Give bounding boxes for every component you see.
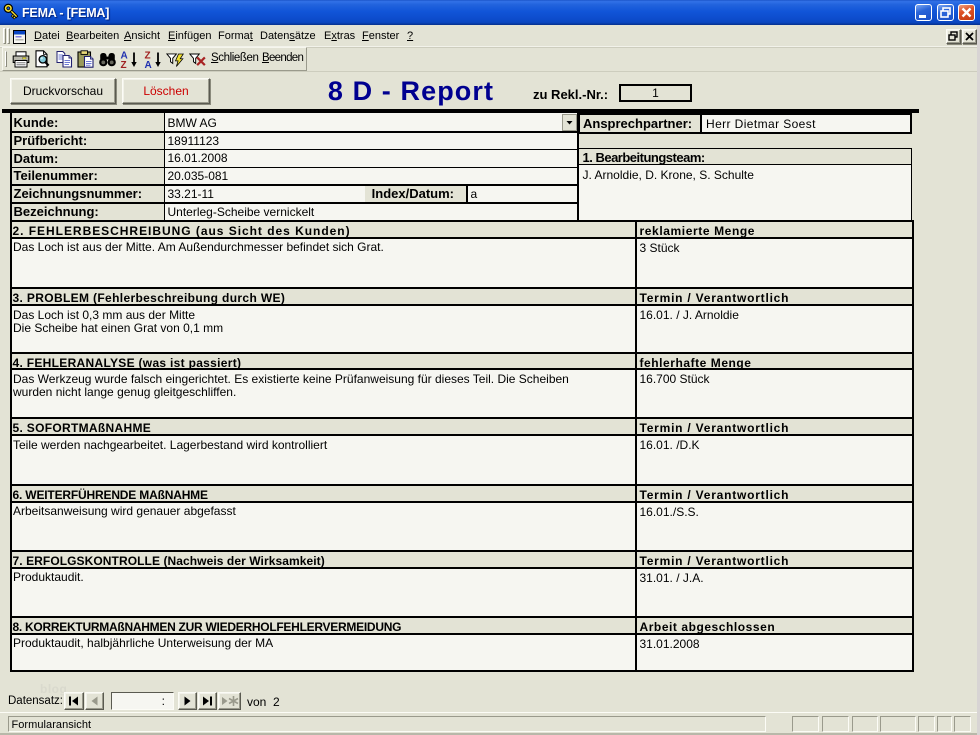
svg-text:A: A	[145, 60, 152, 69]
svg-text:Z: Z	[121, 60, 127, 69]
